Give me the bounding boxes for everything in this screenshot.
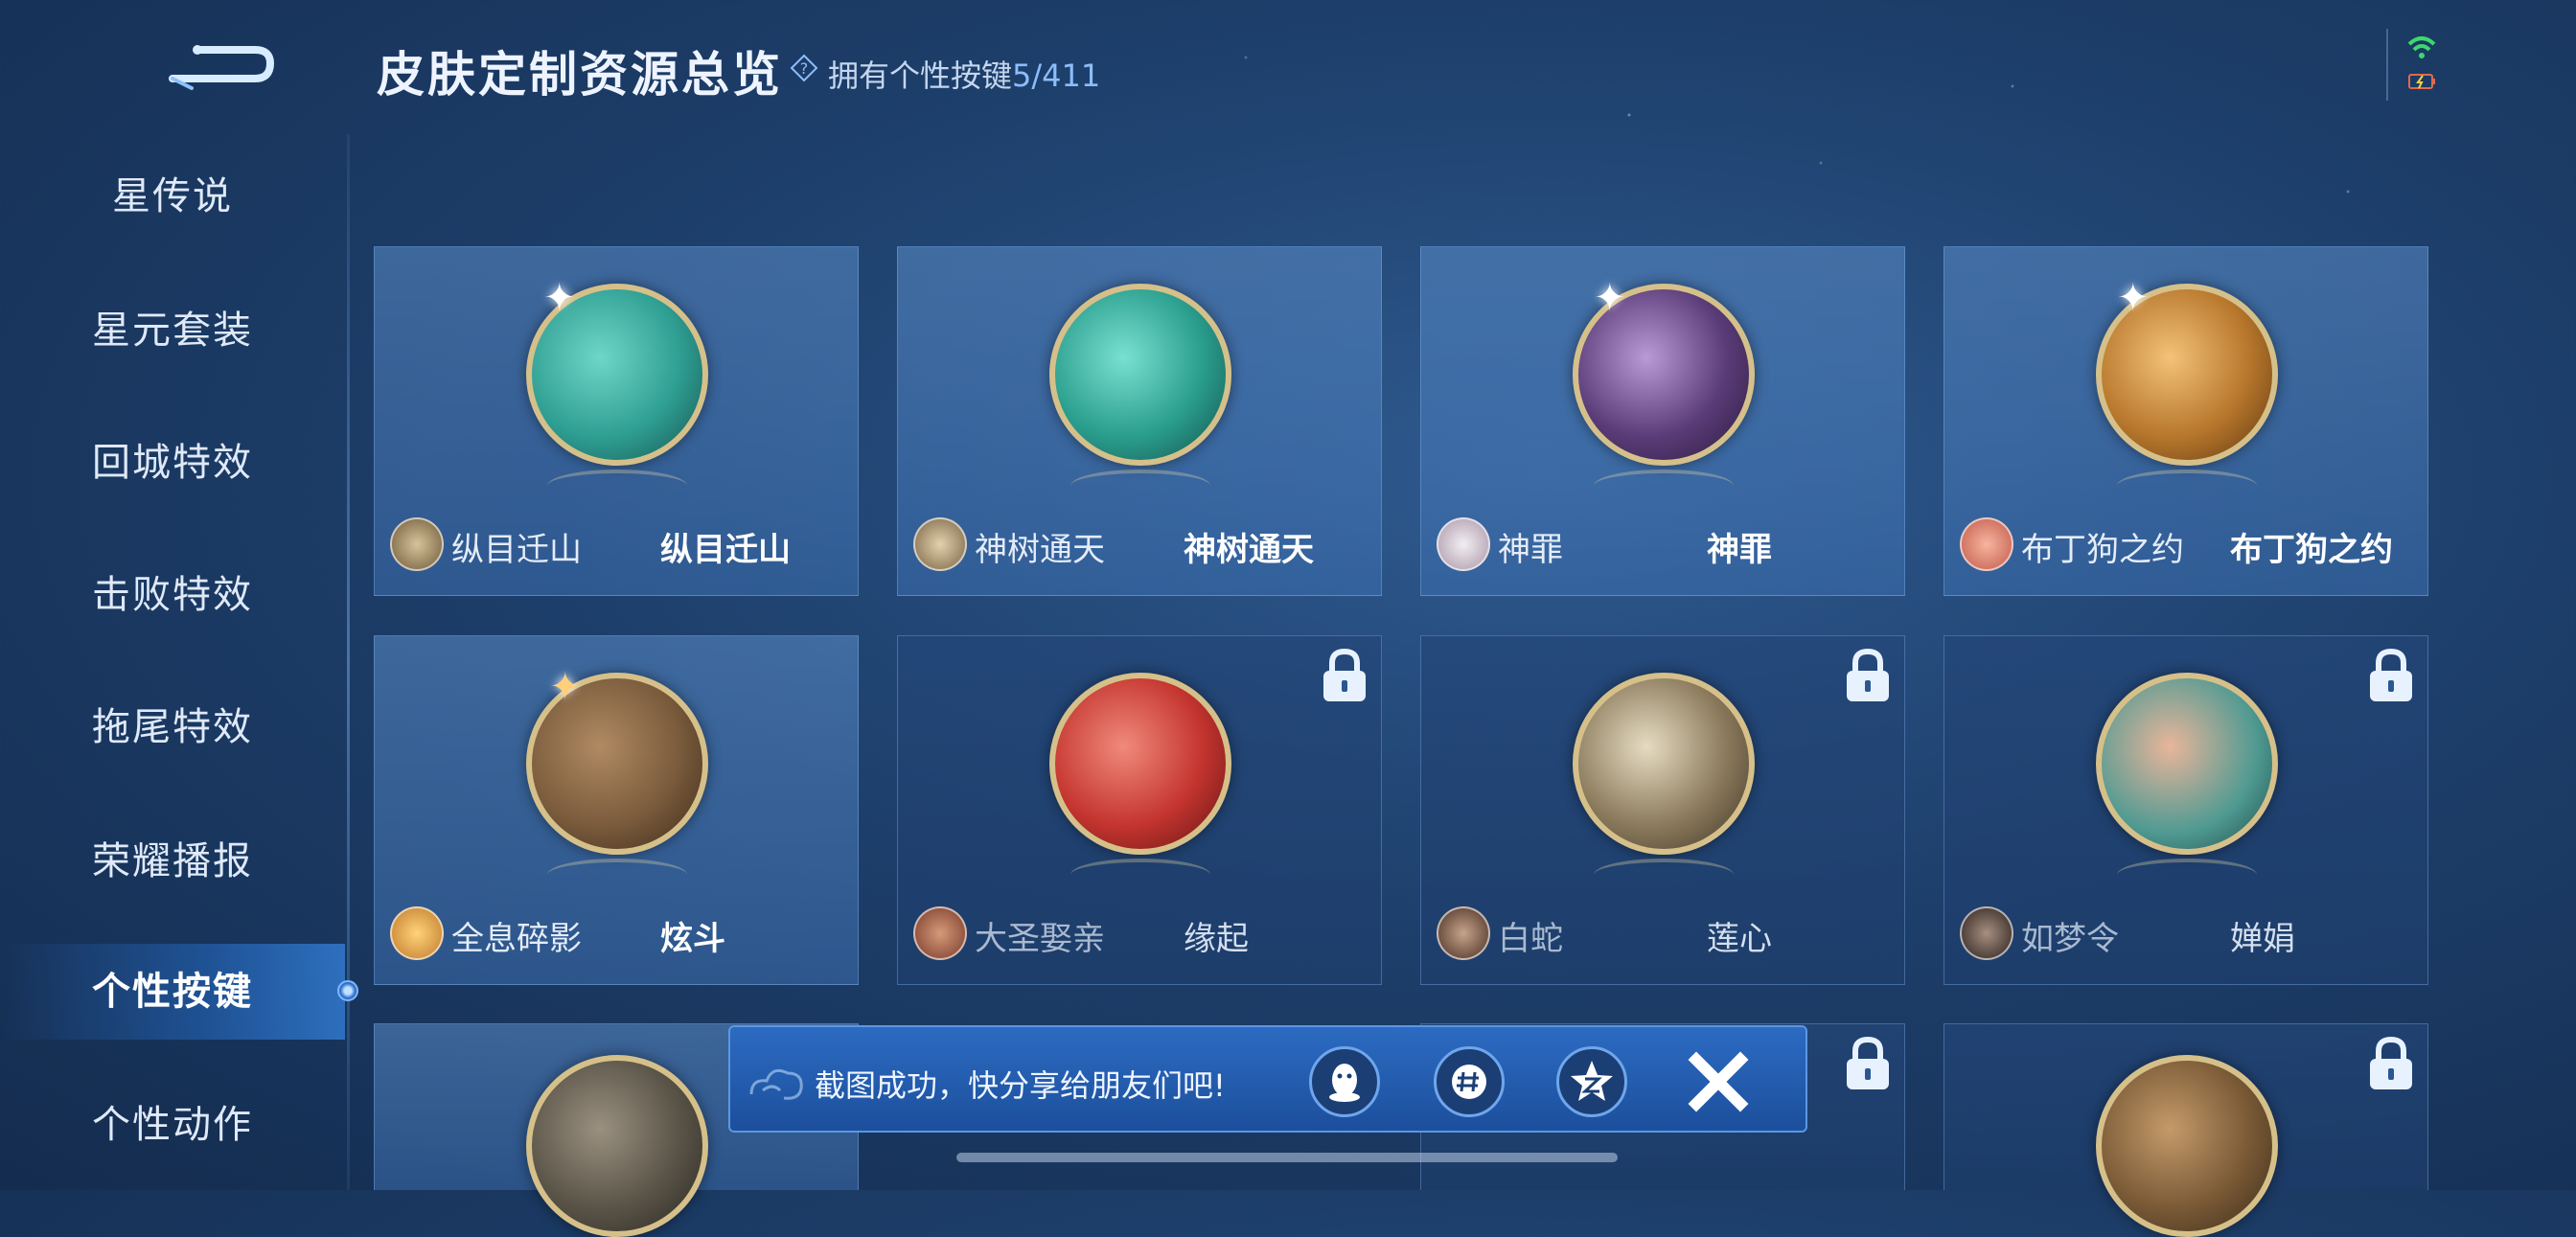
help-icon[interactable]: ?: [790, 54, 818, 82]
skin-orb-icon: [526, 1055, 708, 1237]
orb-reflection: [1070, 470, 1210, 502]
skin-card[interactable]: ✦ 布丁狗之约 布丁狗之约: [1944, 246, 2428, 596]
skin-name: 布丁狗之约: [2230, 531, 2393, 569]
skin-card[interactable]: [1944, 1023, 2428, 1237]
back-arrow-icon: [169, 45, 275, 90]
skin-orb-icon: [1573, 673, 1755, 855]
hero-name: 全息碎影: [451, 920, 582, 958]
cloud-decoration-icon: [744, 1056, 811, 1113]
lock-icon: [1316, 644, 1373, 707]
skin-card[interactable]: 白蛇 莲心: [1420, 635, 1905, 985]
page-title: 皮肤定制资源总览: [377, 47, 783, 103]
qq-icon: [1329, 1064, 1360, 1102]
sidebar-item-custom-actions[interactable]: 个性动作: [0, 1077, 345, 1173]
back-button[interactable]: [163, 29, 278, 96]
share-qzone-button[interactable]: [1556, 1046, 1627, 1117]
skin-card[interactable]: ✦ 纵目迁山 纵目迁山: [374, 246, 859, 596]
skin-name: 莲心: [1707, 920, 1772, 958]
svg-text:?: ?: [800, 59, 809, 78]
sidebar-item-star-suit[interactable]: 星元套装: [0, 283, 345, 378]
sidebar-divider: [347, 134, 350, 1190]
home-indicator[interactable]: [956, 1153, 1618, 1162]
close-icon: [1688, 1051, 1749, 1112]
skin-orb-icon: [1049, 673, 1231, 855]
sparkle-icon: ✦: [2117, 276, 2150, 320]
sidebar-item-glory-broadcast[interactable]: 荣耀播报: [0, 813, 345, 909]
owned-count: 拥有个性按键5/411: [828, 52, 1100, 96]
skin-name: 炫斗: [660, 920, 725, 958]
status-indicators: [2386, 29, 2455, 101]
sparkle-icon: ✦: [549, 665, 582, 709]
hero-name: 神罪: [1498, 531, 1563, 569]
sparkle-icon: ✦: [1594, 276, 1626, 320]
close-toast-button[interactable]: [1685, 1048, 1752, 1115]
orb-reflection: [2117, 470, 2257, 502]
skin-card[interactable]: ✦ 全息碎影 炫斗: [374, 635, 859, 985]
share-toast: 截图成功，快分享给朋友们吧!: [728, 1025, 1807, 1133]
orb-reflection: [1070, 859, 1210, 891]
hero-name: 纵目迁山: [451, 531, 582, 569]
skin-name: 缘起: [1184, 920, 1249, 958]
hero-avatar: [1437, 517, 1490, 571]
sparkle-icon: ✦: [543, 276, 576, 320]
skin-card[interactable]: ✦ 神罪 神罪: [1420, 246, 1905, 596]
sidebar-item-star-legend[interactable]: 星传说: [0, 149, 345, 244]
hero-avatar: [913, 517, 967, 571]
lock-icon: [1839, 644, 1897, 707]
hero-name: 神树通天: [975, 531, 1105, 569]
skin-card[interactable]: 神树通天 神树通天: [897, 246, 1382, 596]
hero-name: 白蛇: [1498, 920, 1563, 958]
skin-card[interactable]: 如梦令 婵娟: [1944, 635, 2428, 985]
owned-value: 5/411: [1012, 57, 1101, 94]
skin-card[interactable]: 大圣娶亲 缘起: [897, 635, 1382, 985]
lock-icon: [2362, 644, 2420, 707]
skin-name: 神树通天: [1184, 531, 1314, 569]
hero-avatar: [1960, 517, 2013, 571]
owned-label: 拥有个性按键: [828, 57, 1013, 94]
sidebar-item-kill-effect[interactable]: 击败特效: [0, 547, 345, 643]
orb-reflection: [547, 470, 687, 502]
orb-reflection: [1594, 470, 1734, 502]
hero-avatar: [913, 906, 967, 960]
toast-message: 截图成功，快分享给朋友们吧!: [815, 1067, 1226, 1104]
share-moments-button[interactable]: [1434, 1046, 1505, 1117]
hero-name: 如梦令: [2021, 920, 2119, 958]
skin-orb-icon: [1049, 284, 1231, 466]
hero-avatar: [390, 906, 444, 960]
sidebar-item-trail-effect[interactable]: 拖尾特效: [0, 679, 345, 775]
skin-orb-icon: [2096, 673, 2278, 855]
sidebar-item-recall-effect[interactable]: 回城特效: [0, 415, 345, 511]
qzone-icon: [1571, 1061, 1613, 1101]
active-indicator-dot: [337, 980, 358, 1001]
lock-icon: [1839, 1032, 1897, 1095]
share-qq-button[interactable]: [1309, 1046, 1380, 1117]
skin-name: 纵目迁山: [660, 531, 791, 569]
orb-reflection: [1594, 859, 1734, 891]
lock-icon: [2362, 1032, 2420, 1095]
orb-reflection: [2117, 859, 2257, 891]
skin-name: 神罪: [1707, 531, 1772, 569]
skin-name: 婵娟: [2230, 920, 2295, 958]
wechat-moments-icon: [1452, 1065, 1486, 1099]
wifi-battery-icon: [2407, 36, 2436, 89]
hero-avatar: [1437, 906, 1490, 960]
hero-avatar: [390, 517, 444, 571]
hero-name: 大圣娶亲: [975, 920, 1105, 958]
skin-orb-icon: [2096, 1055, 2278, 1237]
sidebar-item-custom-buttons[interactable]: 个性按键: [0, 944, 345, 1040]
hero-avatar: [1960, 906, 2013, 960]
orb-reflection: [547, 859, 687, 891]
hero-name: 布丁狗之约: [2021, 531, 2184, 569]
